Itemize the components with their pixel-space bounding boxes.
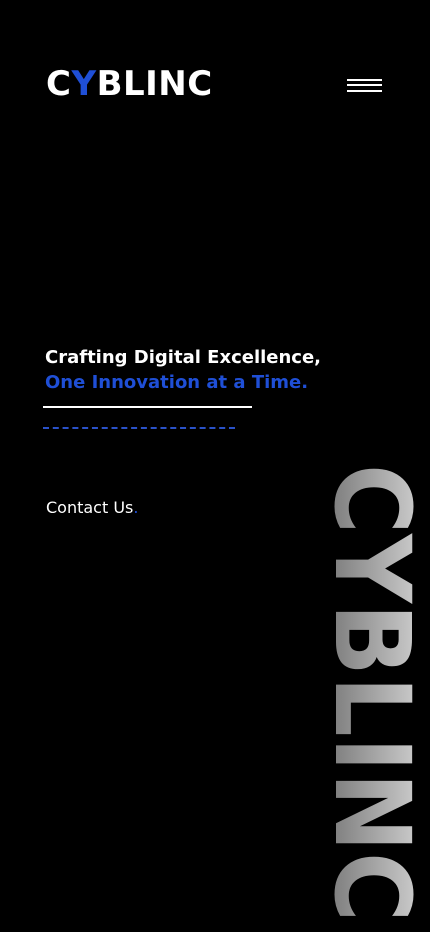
watermark-text: CYBLINC: [330, 464, 422, 922]
contact-us-dot: .: [133, 498, 139, 517]
hero-headline-line1: Crafting Digital Excellence,: [45, 347, 322, 368]
hero-headline: Crafting Digital Excellence, One Innovat…: [45, 345, 321, 395]
logo-text-rest: BLINC: [96, 64, 213, 104]
divider-solid: [43, 406, 252, 408]
contact-us-label: Contact Us: [46, 498, 134, 517]
hamburger-menu-button[interactable]: [344, 76, 384, 96]
menu-bar-top: [347, 79, 382, 81]
contact-us-link[interactable]: Contact Us.: [46, 497, 138, 519]
hero-headline-line2: One Innovation at a Time.: [45, 372, 309, 393]
divider-dashed: [43, 427, 235, 429]
brand-logo[interactable]: CYBLINC: [46, 64, 213, 104]
watermark-svg: CYBLINC: [330, 464, 422, 922]
logo-accent-letter: Y: [71, 64, 97, 104]
menu-bar-middle: [347, 84, 382, 86]
vertical-brand-watermark: CYBLINC: [330, 462, 422, 932]
logo-letter-c: C: [46, 64, 72, 104]
menu-bar-bottom: [347, 90, 382, 92]
